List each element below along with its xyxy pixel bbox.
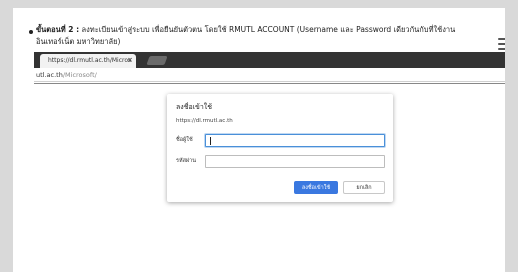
tab-close-icon[interactable]: × [125, 54, 135, 66]
url-path: /Microsoft/ [62, 71, 97, 79]
address-bar[interactable]: utl.ac.th/Microsoft/ [34, 68, 505, 82]
text-caret [210, 137, 211, 145]
url-host: utl.ac.th [36, 71, 63, 79]
sign-in-dialog: ลงชื่อเข้าใช้ https://dl.rmutl.ac.th ชื่… [167, 94, 393, 202]
new-tab-icon[interactable] [146, 56, 168, 65]
menu-icon[interactable] [498, 38, 505, 50]
step-instruction: ขั้นตอนที่ 2 : ลงทะเบียนเข้าสู่ระบบ เพื่… [36, 24, 476, 48]
bullet-point [29, 30, 33, 34]
document-page: ขั้นตอนที่ 2 : ลงทะเบียนเข้าสู่ระบบ เพื่… [13, 8, 505, 272]
dialog-title: ลงชื่อเข้าใช้ [176, 103, 212, 111]
cancel-button[interactable]: ยกเลิก [343, 181, 385, 194]
step-label: ขั้นตอนที่ 2 : [36, 25, 80, 34]
username-field[interactable] [205, 134, 385, 147]
dialog-origin-url: https://dl.rmutl.ac.th [176, 118, 233, 124]
password-field[interactable] [205, 155, 385, 168]
username-label: ชื่อผู้ใช้ [176, 137, 193, 143]
sign-in-button[interactable]: ลงชื่อเข้าใช้ [294, 181, 338, 194]
step-text: ลงทะเบียนเข้าสู่ระบบ เพื่อยืนยันตัวตน โด… [36, 25, 456, 46]
password-label: รหัสผ่าน [176, 158, 197, 164]
tab-strip: https://dl.rmutl.ac.th/Micros × [34, 52, 505, 68]
divider [34, 83, 505, 84]
tab-title: https://dl.rmutl.ac.th/Micros [48, 57, 132, 64]
browser-tab[interactable]: https://dl.rmutl.ac.th/Micros [40, 54, 136, 68]
